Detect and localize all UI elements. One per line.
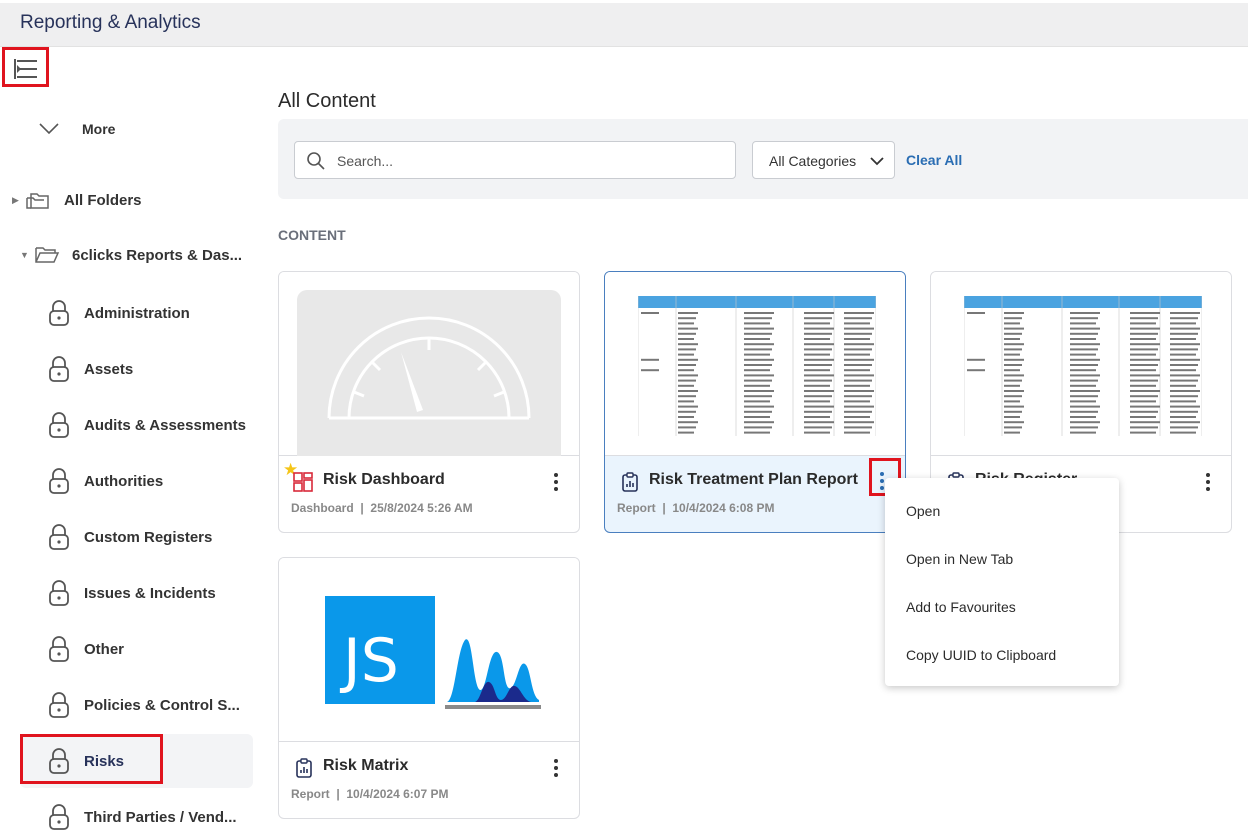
lock-icon <box>49 692 69 718</box>
js-logo-text: JS <box>343 626 399 696</box>
card-date: 10/4/2024 6:07 PM <box>346 787 449 801</box>
report-table-thumbnail <box>638 296 876 436</box>
card-meta-separator: | <box>336 787 340 801</box>
card-menu-button[interactable] <box>549 473 563 491</box>
gauge-placeholder-image <box>297 290 561 456</box>
folder-open-icon <box>35 247 60 263</box>
lock-icon <box>49 804 69 830</box>
sidebar-item-label: Issues & Incidents <box>84 584 216 602</box>
all-folders-item[interactable]: ▶ All Folders <box>12 189 142 211</box>
lock-icon <box>49 468 69 494</box>
card-meta-separator: | <box>360 501 364 515</box>
menu-item-copy-uuid[interactable]: Copy UUID to Clipboard <box>906 647 1056 663</box>
card-menu-button[interactable] <box>549 759 563 777</box>
search-icon <box>307 152 325 170</box>
lock-icon <box>49 636 69 662</box>
lock-icon <box>49 300 69 326</box>
card-menu-button[interactable] <box>1201 473 1215 491</box>
caret-down-icon: ▼ <box>20 250 29 260</box>
gauge-icon <box>327 316 531 420</box>
search-placeholder: Search... <box>337 153 394 169</box>
card-context-menu: Open Open in New Tab Add to Favourites C… <box>885 478 1119 686</box>
lock-icon <box>49 580 69 606</box>
clear-all-link[interactable]: Clear All <box>906 152 962 168</box>
collapse-sidebar-icon <box>14 59 37 79</box>
card-meta-separator: | <box>662 501 666 515</box>
js-logo-square: JS <box>325 596 435 704</box>
card-meta: Report | 10/4/2024 6:07 PM <box>291 787 448 801</box>
search-input[interactable]: Search... <box>294 141 736 179</box>
card-meta: Dashboard | 25/8/2024 5:26 AM <box>291 501 473 515</box>
more-label: More <box>82 121 116 137</box>
card-thumbnail <box>931 272 1231 456</box>
sidebar-item-label: Third Parties / Vend... <box>84 808 237 826</box>
card-thumbnail <box>279 272 579 456</box>
sidebar-item[interactable]: Other <box>48 629 253 669</box>
sidebar-item-label: Other <box>84 640 125 658</box>
dashboard-icon <box>293 472 313 492</box>
sidebar-item-label: Risks <box>84 752 125 770</box>
menu-item-open-new-tab[interactable]: Open in New Tab <box>906 551 1013 567</box>
chevron-down-icon <box>39 123 59 135</box>
sidebar-item[interactable]: Authorities <box>48 461 253 501</box>
card-thumbnail <box>605 272 905 456</box>
js-logo-thumbnail: JS <box>309 580 549 720</box>
sidebar-toggle-button[interactable] <box>2 47 49 87</box>
folders-icon <box>26 193 49 209</box>
lock-icon <box>49 524 69 550</box>
sidebar-item-label: Audits & Assessments <box>84 416 246 434</box>
card-title: Risk Dashboard <box>323 471 445 488</box>
category-select[interactable]: All Categories <box>752 141 895 179</box>
app-header: Reporting & Analytics <box>0 3 1248 47</box>
card-thumbnail: JS <box>279 558 579 742</box>
caret-right-icon: ▶ <box>12 194 19 205</box>
report-icon <box>296 758 312 778</box>
sidebar-more-toggle[interactable]: More <box>38 118 115 140</box>
sidebar-item[interactable]: Risks <box>48 741 253 781</box>
sidebar-item[interactable]: Custom Registers <box>48 517 253 557</box>
sidebar-item[interactable]: Assets <box>48 349 253 389</box>
sidebar-item[interactable]: Third Parties / Vend... <box>48 797 253 837</box>
filter-bar: Search... All Categories Clear All <box>278 119 1248 199</box>
lock-icon <box>49 412 69 438</box>
card-title: Risk Matrix <box>323 757 409 774</box>
root-folder-label: 6clicks Reports & Das... <box>72 246 243 264</box>
density-chart-icon <box>445 639 541 709</box>
card-meta: Report | 10/4/2024 6:08 PM <box>617 501 774 515</box>
chevron-down-icon <box>870 157 884 166</box>
sidebar-item-label: Assets <box>84 360 134 378</box>
all-folders-label: All Folders <box>64 191 142 209</box>
sidebar-item-label: Authorities <box>84 472 164 490</box>
menu-item-open[interactable]: Open <box>906 503 940 519</box>
sidebar-item[interactable]: Audits & Assessments <box>48 405 253 445</box>
page-title: All Content <box>278 90 376 112</box>
sidebar-item-label: Administration <box>84 304 190 322</box>
report-table-thumbnail <box>964 296 1202 436</box>
content-card-risk-matrix[interactable]: JS Risk Matrix Report | 10/4/2024 6:07 P… <box>278 557 580 819</box>
sidebar-item[interactable]: Administration <box>48 293 253 333</box>
card-type: Report <box>291 787 330 801</box>
report-icon <box>622 472 638 492</box>
lock-icon <box>49 356 69 382</box>
card-type: Report <box>617 501 656 515</box>
app-title: Reporting & Analytics <box>20 12 201 33</box>
menu-item-add-favourites[interactable]: Add to Favourites <box>906 599 1016 615</box>
category-select-value: All Categories <box>769 153 857 169</box>
sidebar-item[interactable]: Issues & Incidents <box>48 573 253 613</box>
sidebar-item[interactable]: Policies & Control S... <box>48 685 253 725</box>
sidebar-item-label: Policies & Control S... <box>84 696 240 714</box>
content-card-risk-dashboard[interactable]: ★ Risk Dashboard Dashboard | 25/8/2024 5… <box>278 271 580 533</box>
card-type: Dashboard <box>291 501 354 515</box>
card-date: 25/8/2024 5:26 AM <box>370 501 473 515</box>
content-section-label: CONTENT <box>278 227 346 243</box>
content-card-risk-treatment-plan[interactable]: Risk Treatment Plan Report Report | 10/4… <box>604 271 906 533</box>
card-title: Risk Treatment Plan Report <box>649 471 858 488</box>
root-folder-item[interactable]: ▼ 6clicks Reports & Das... <box>20 245 242 265</box>
card-date: 10/4/2024 6:08 PM <box>672 501 775 515</box>
sidebar-item-label: Custom Registers <box>84 528 213 546</box>
lock-icon <box>49 748 69 774</box>
